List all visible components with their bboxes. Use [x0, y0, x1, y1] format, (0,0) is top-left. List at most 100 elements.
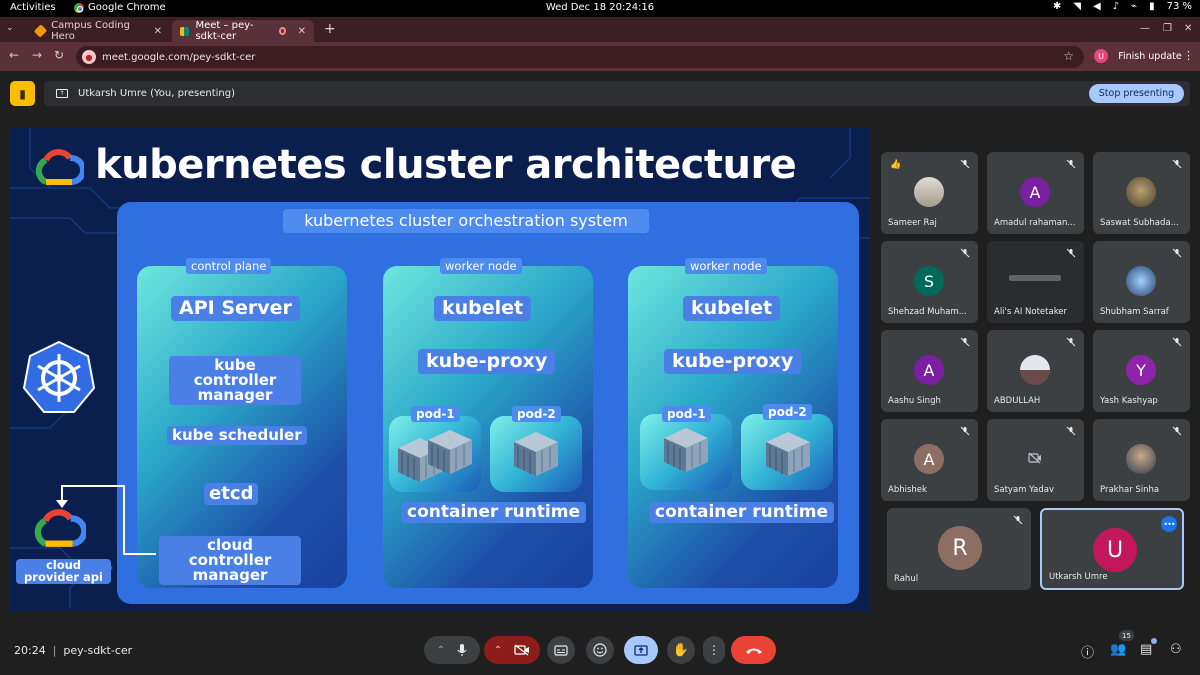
participant-avatar: A	[914, 444, 944, 474]
participant-tile[interactable]: Prakhar Sinha	[1093, 419, 1190, 501]
end-call-icon	[745, 648, 762, 654]
recording-indicator-icon	[278, 27, 286, 35]
minimize-icon[interactable]: —	[1140, 23, 1150, 34]
participant-tile[interactable]: 👍 Sameer Raj	[881, 152, 978, 234]
microphone-control[interactable]: ⌃	[424, 636, 480, 664]
system-tray[interactable]: ✱ ◥ ◀ ♪ ⌁ ▮ 73 %	[1053, 1, 1192, 12]
chat-notification-dot	[1151, 638, 1157, 644]
participant-name: Shubham Sarraf	[1100, 307, 1169, 317]
camera-options-chevron-icon[interactable]: ⌃	[494, 645, 502, 656]
close-window-icon[interactable]: ✕	[1184, 23, 1192, 34]
participant-avatar: U	[1093, 528, 1137, 572]
participant-tile[interactable]: A Aashu Singh	[881, 330, 978, 412]
close-tab-icon[interactable]: ✕	[154, 26, 162, 37]
participant-name: Shehzad Muham...	[888, 307, 967, 317]
slide-title: kubernetes cluster architecture	[95, 142, 797, 188]
participant-photo	[914, 177, 944, 207]
presenting-text: Utkarsh Umre (You, presenting)	[78, 88, 235, 99]
captions-button[interactable]	[547, 636, 575, 664]
pod-box	[389, 416, 481, 492]
meeting-info-icon[interactable]: ⓘ	[1081, 642, 1094, 661]
reactions-button[interactable]	[586, 636, 614, 664]
app-menu[interactable]: Google Chrome	[74, 2, 166, 13]
participant-tile[interactable]: Satyam Yadav	[987, 419, 1084, 501]
chat-icon[interactable]: ▤	[1140, 642, 1152, 657]
activities-panel-icon[interactable]: ⚇	[1170, 642, 1182, 657]
participant-tile[interactable]: A Abhishek	[881, 419, 978, 501]
participant-name: Ali's AI Notetaker	[994, 307, 1068, 317]
participant-tile[interactable]: S Shehzad Muham...	[881, 241, 978, 323]
participant-tile[interactable]: Shubham Sarraf	[1093, 241, 1190, 323]
more-options-button[interactable]: ⋮	[703, 636, 725, 664]
mic-in-use-icon[interactable]: ●	[82, 50, 96, 64]
microphone-icon: ♪	[1112, 1, 1120, 12]
pod-label: pod-1	[662, 406, 711, 422]
camera-control[interactable]: ⌃	[484, 636, 540, 664]
favicon-icon	[33, 24, 48, 38]
participant-tile[interactable]: A Amadul rahaman...	[987, 152, 1084, 234]
system-clock[interactable]: Wed Dec 18 20:24:16	[0, 2, 1200, 13]
muted-mic-icon	[960, 426, 970, 436]
more-options-icon[interactable]: •••	[1161, 516, 1177, 532]
battery-level: 73 %	[1166, 1, 1192, 12]
participant-tile[interactable]: Ali's AI Notetaker	[987, 241, 1084, 323]
omnibox[interactable]: ● meet.google.com/pey-sdkt-cer ☆	[76, 46, 1084, 68]
presentation-badge-icon[interactable]: ▮	[10, 81, 35, 106]
tab-meet[interactable]: Meet – pey-sdkt-cer ✕	[172, 20, 314, 42]
meeting-details: 20:24 | pey-sdkt-cer	[14, 644, 132, 657]
participant-tile[interactable]: Saswat Subhada...	[1093, 152, 1190, 234]
worker-node-label: worker node	[685, 258, 767, 274]
muted-mic-icon	[1066, 337, 1076, 347]
reload-icon[interactable]: ↻	[54, 48, 64, 62]
os-top-bar: Activities Google Chrome Wed Dec 18 20:2…	[0, 0, 1200, 17]
leave-call-button[interactable]	[731, 636, 776, 664]
present-screen-icon	[634, 644, 648, 656]
close-tab-icon[interactable]: ✕	[298, 26, 306, 37]
mic-options-chevron-icon[interactable]: ⌃	[437, 645, 445, 656]
participant-photo	[1126, 444, 1156, 474]
participant-avatar: Y	[1126, 355, 1156, 385]
participant-photo	[1126, 266, 1156, 296]
present-screen-button[interactable]	[624, 636, 658, 664]
url-text: meet.google.com/pey-sdkt-cer	[102, 51, 256, 63]
captions-icon	[554, 644, 568, 656]
meeting-code: pey-sdkt-cer	[63, 644, 133, 657]
battery-icon: ▮	[1149, 1, 1155, 12]
google-cloud-logo-icon	[34, 509, 86, 547]
new-tab-icon[interactable]: +	[324, 21, 336, 37]
participant-count-badge: 15	[1119, 630, 1134, 641]
muted-mic-icon	[1172, 426, 1182, 436]
stop-presenting-button[interactable]: Stop presenting	[1089, 84, 1184, 103]
browser-menu-icon[interactable]: ⋮	[1183, 49, 1194, 62]
activities-button[interactable]: Activities	[10, 2, 56, 13]
participant-name: Amadul rahaman...	[994, 218, 1076, 228]
participant-tile[interactable]: ABDULLAH	[987, 330, 1084, 412]
self-tile[interactable]: U ••• Utkarsh Umre	[1040, 508, 1184, 590]
microphone-icon	[457, 644, 467, 656]
kube-controller-manager: kube controller manager	[169, 356, 301, 405]
bookmark-star-icon[interactable]: ☆	[1063, 49, 1074, 63]
participant-tile[interactable]: Y Yash Kashyap	[1093, 330, 1190, 412]
tab-campus-coding-hero[interactable]: Campus Coding Hero ✕	[28, 20, 170, 42]
participant-name: Saswat Subhada...	[1100, 218, 1179, 228]
forward-icon[interactable]: →	[32, 48, 42, 62]
participant-avatar: S	[914, 266, 944, 296]
participant-name: Abhishek	[888, 485, 927, 495]
muted-mic-icon	[1066, 159, 1076, 169]
participant-tile[interactable]: R Rahul	[887, 508, 1031, 590]
participant-name: ABDULLAH	[994, 396, 1041, 406]
back-icon[interactable]: ←	[9, 48, 19, 62]
profile-avatar[interactable]: U	[1094, 49, 1108, 63]
muted-mic-icon	[1066, 248, 1076, 258]
muted-mic-icon	[1172, 337, 1182, 347]
pod-box	[640, 414, 732, 490]
finish-update-button[interactable]: Finish update	[1114, 47, 1186, 66]
tab-search-icon[interactable]: ⌄	[6, 23, 14, 33]
meet-favicon-icon	[180, 26, 190, 36]
participant-name: Satyam Yadav	[994, 485, 1055, 495]
raise-hand-button[interactable]: ✋	[667, 636, 695, 664]
google-cloud-logo-icon	[35, 149, 84, 185]
maximize-icon[interactable]: ❐	[1163, 23, 1172, 34]
people-icon[interactable]: 👥	[1110, 642, 1126, 657]
muted-mic-icon	[1013, 515, 1023, 525]
